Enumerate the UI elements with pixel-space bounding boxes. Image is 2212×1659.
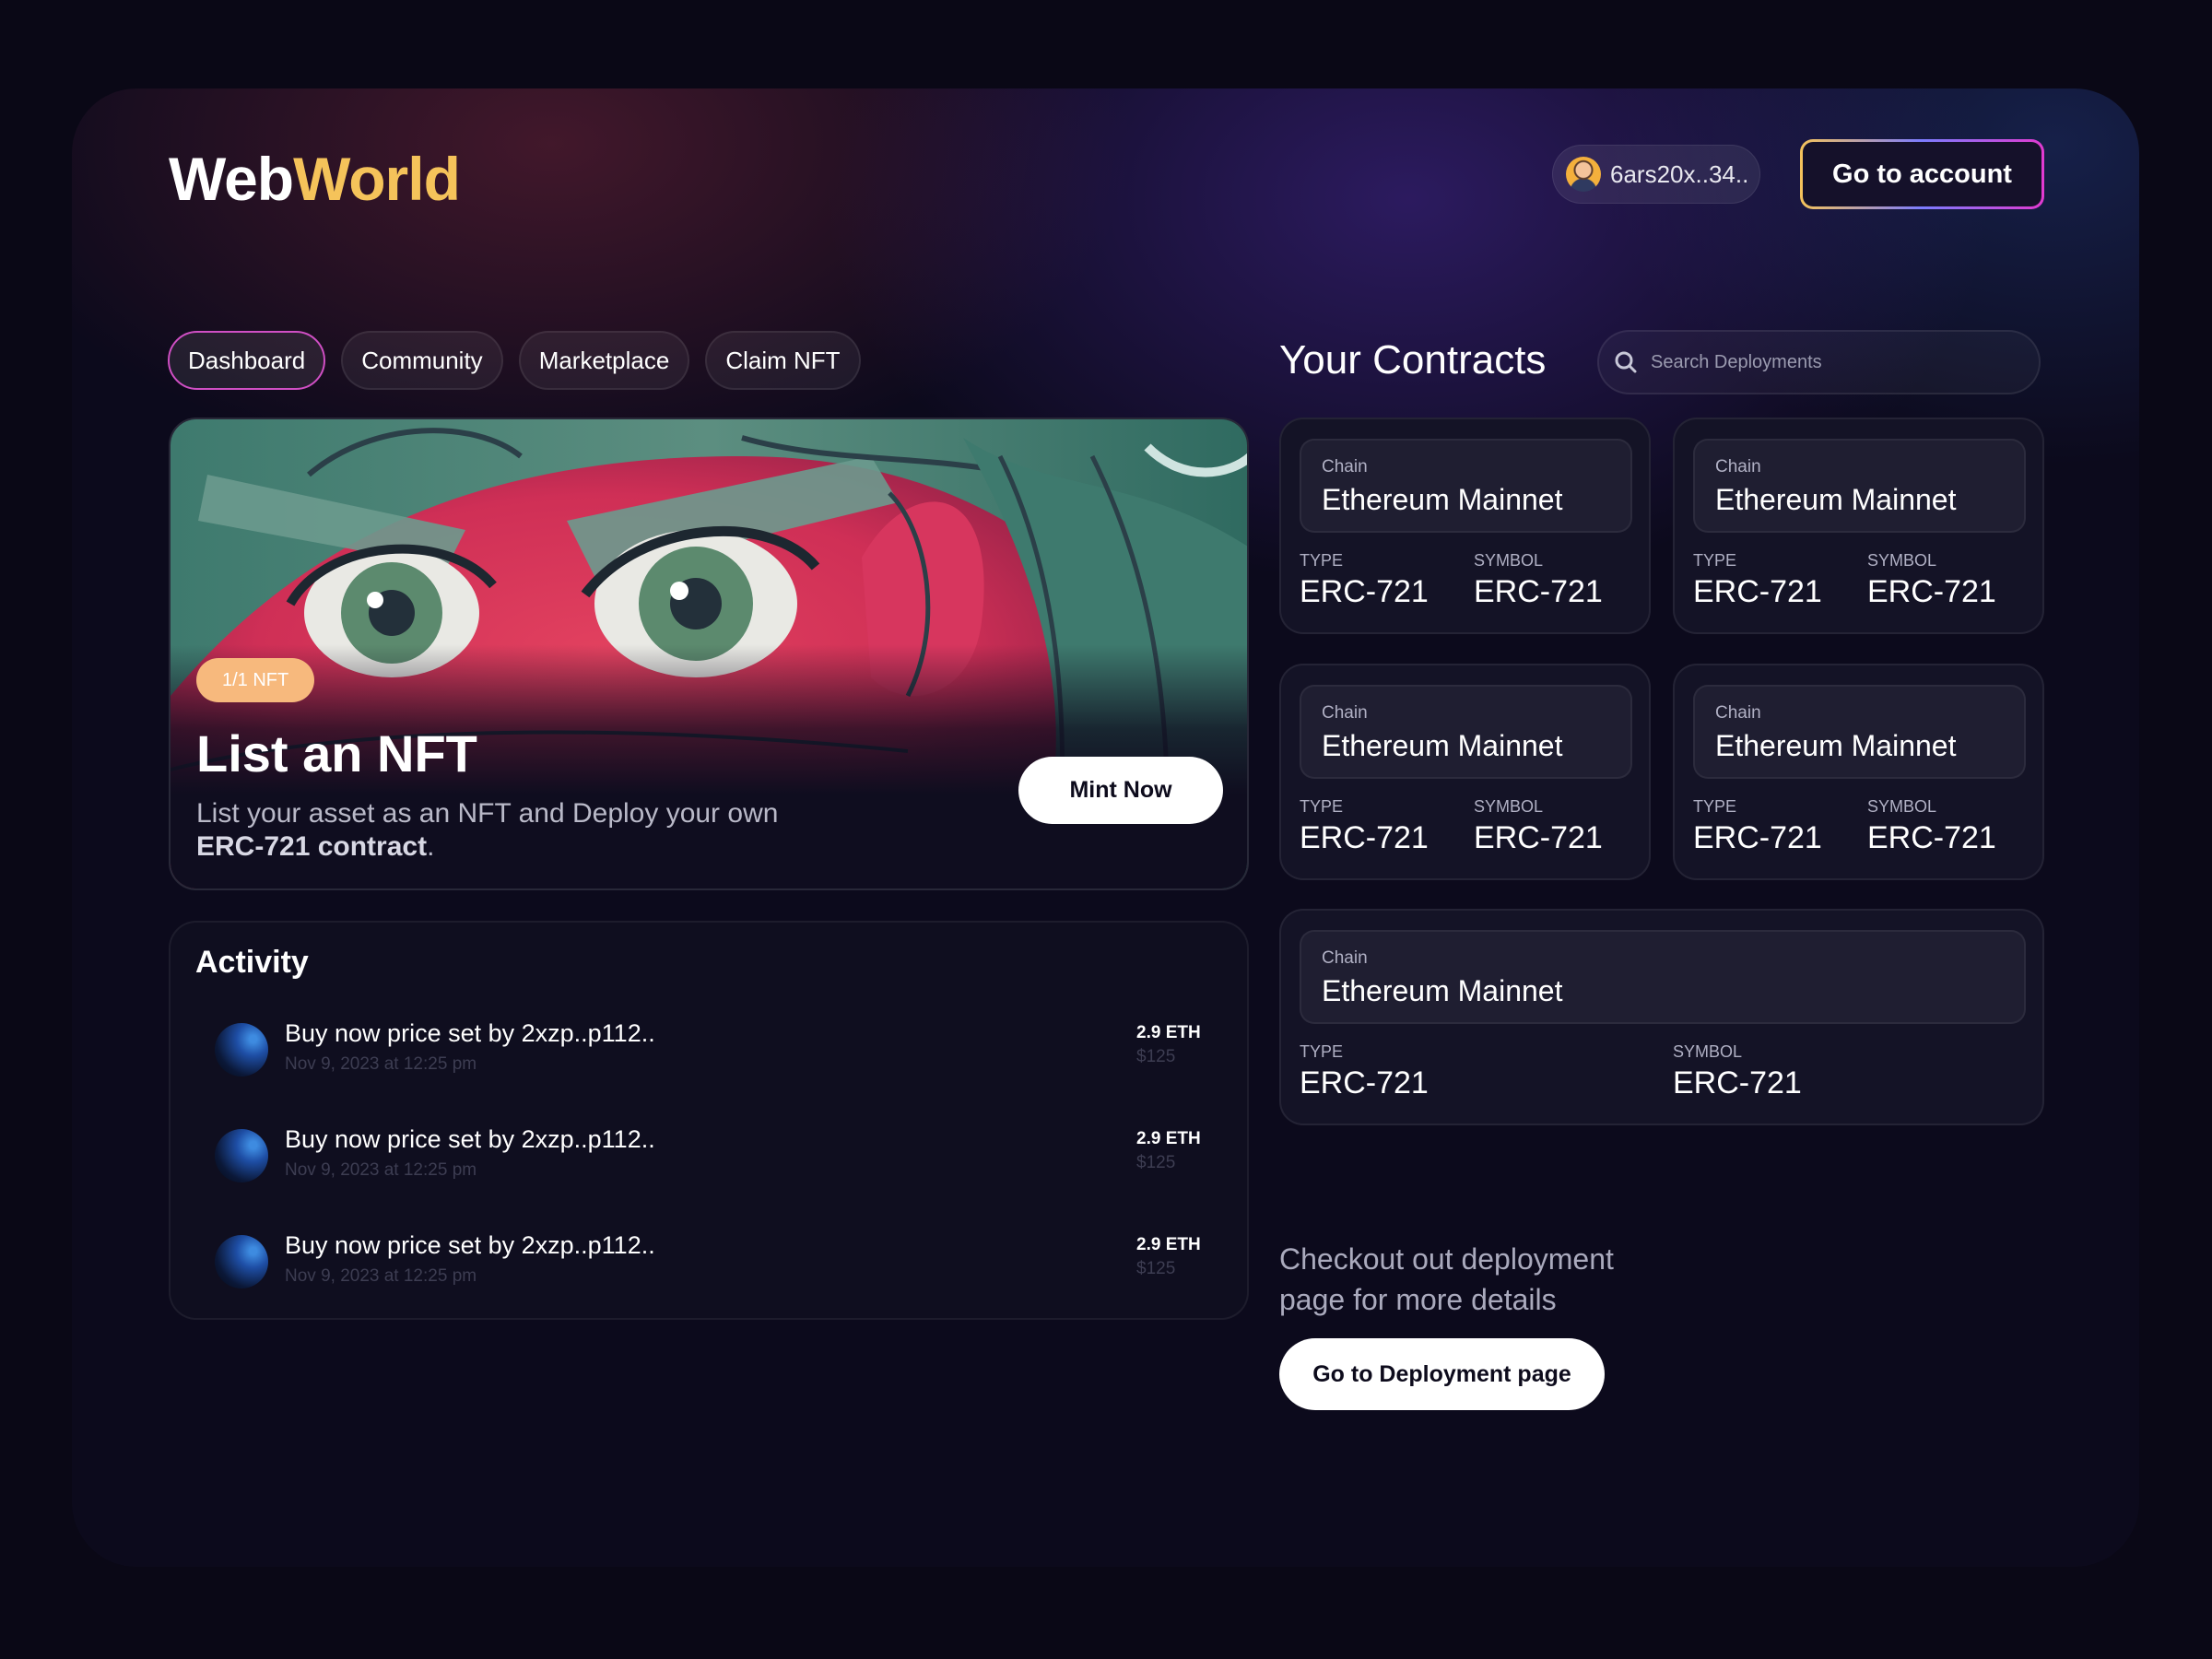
list-nft-card: 1/1 NFT List an NFT List your asset as a…	[169, 418, 1249, 890]
orb-icon	[215, 1129, 268, 1182]
activity-text: Buy now price set by 2xzp..p112..	[285, 1125, 655, 1153]
type-value: ERC-721	[1693, 820, 1822, 855]
chain-label: Chain	[1322, 703, 1368, 723]
chain-label: Chain	[1322, 457, 1368, 477]
activity-panel: Activity Buy now price set by 2xzp..p112…	[169, 921, 1249, 1320]
wallet-address: 6ars20x..34..	[1610, 159, 1749, 188]
checkout-text: Checkout out deployment page for more de…	[1279, 1242, 1614, 1316]
tab-marketplace[interactable]: Marketplace	[518, 331, 690, 390]
search-icon	[1615, 351, 1637, 373]
orb-icon	[215, 1235, 268, 1288]
logo-part-web: Web	[169, 145, 294, 213]
activity-item[interactable]: Buy now price set by 2xzp..p112.. Nov 9,…	[215, 1019, 1219, 1077]
activity-usd: $125	[1136, 1259, 1176, 1278]
contract-card[interactable]: Chain Ethereum Mainnet TYPE ERC-721 SYMB…	[1279, 664, 1651, 880]
activity-eth: 2.9 ETH	[1136, 1129, 1201, 1148]
activity-date: Nov 9, 2023 at 12:25 pm	[285, 1266, 477, 1286]
hero-desc-end: .	[427, 831, 435, 862]
activity-item[interactable]: Buy now price set by 2xzp..p112.. Nov 9,…	[215, 1231, 1219, 1288]
chain-value: Ethereum Mainnet	[1715, 729, 1957, 762]
chain-value: Ethereum Mainnet	[1715, 483, 1957, 516]
contract-card[interactable]: Chain Ethereum Mainnet TYPE ERC-721 SYMB…	[1673, 418, 2044, 634]
contract-card[interactable]: Chain Ethereum Mainnet TYPE ERC-721 SYMB…	[1279, 909, 2044, 1125]
go-to-account-button[interactable]: Go to account	[1800, 139, 2044, 209]
activity-usd: $125	[1136, 1047, 1176, 1066]
chain-label: Chain	[1715, 703, 1761, 723]
symbol-value: ERC-721	[1673, 1065, 1802, 1100]
chain-value: Ethereum Mainnet	[1322, 729, 1563, 762]
search-input[interactable]	[1651, 351, 2019, 373]
type-value: ERC-721	[1300, 820, 1429, 855]
chain-box: Chain Ethereum Mainnet	[1300, 439, 1632, 533]
hero-description: List your asset as an NFT and Deploy you…	[196, 797, 841, 864]
tab-claim-nft[interactable]: Claim NFT	[705, 331, 861, 390]
type-value: ERC-721	[1300, 1065, 1429, 1100]
symbol-label: SYMBOL	[1867, 551, 1937, 570]
activity-text: Buy now price set by 2xzp..p112..	[285, 1019, 655, 1047]
tab-dashboard[interactable]: Dashboard	[168, 331, 326, 390]
type-label: TYPE	[1693, 551, 1737, 570]
activity-date: Nov 9, 2023 at 12:25 pm	[285, 1054, 477, 1074]
symbol-label: SYMBOL	[1474, 797, 1544, 816]
activity-date: Nov 9, 2023 at 12:25 pm	[285, 1160, 477, 1180]
nav-tabs: Dashboard Community Marketplace Claim NF…	[168, 331, 861, 390]
nft-badge: 1/1 NFT	[196, 658, 315, 702]
orb-icon	[215, 1023, 268, 1077]
search-bar[interactable]	[1597, 330, 2041, 394]
chain-box: Chain Ethereum Mainnet	[1693, 685, 2026, 779]
chain-box: Chain Ethereum Mainnet	[1300, 930, 2026, 1024]
activity-eth: 2.9 ETH	[1136, 1235, 1201, 1254]
symbol-value: ERC-721	[1867, 820, 1996, 855]
symbol-label: SYMBOL	[1867, 797, 1937, 816]
activity-usd: $125	[1136, 1153, 1176, 1172]
type-value: ERC-721	[1693, 574, 1822, 609]
chain-value: Ethereum Mainnet	[1322, 483, 1563, 516]
chain-box: Chain Ethereum Mainnet	[1300, 685, 1632, 779]
avatar-icon	[1566, 157, 1601, 192]
activity-item[interactable]: Buy now price set by 2xzp..p112.. Nov 9,…	[215, 1125, 1219, 1182]
chain-value: Ethereum Mainnet	[1322, 974, 1563, 1007]
type-label: TYPE	[1300, 551, 1344, 570]
symbol-label: SYMBOL	[1673, 1042, 1743, 1061]
contracts-title: Your Contracts	[1279, 337, 1547, 382]
type-label: TYPE	[1693, 797, 1737, 816]
activity-title: Activity	[195, 945, 309, 980]
type-label: TYPE	[1300, 1042, 1344, 1061]
hero-desc-text: List your asset as an NFT and Deploy you…	[196, 798, 779, 829]
activity-eth: 2.9 ETH	[1136, 1023, 1201, 1042]
contract-card[interactable]: Chain Ethereum Mainnet TYPE ERC-721 SYMB…	[1673, 664, 2044, 880]
symbol-value: ERC-721	[1474, 820, 1603, 855]
symbol-label: SYMBOL	[1474, 551, 1544, 570]
symbol-value: ERC-721	[1867, 574, 1996, 609]
hero-title: List an NFT	[196, 724, 477, 782]
logo-part-world: World	[293, 145, 461, 213]
chain-box: Chain Ethereum Mainnet	[1693, 439, 2026, 533]
type-label: TYPE	[1300, 797, 1344, 816]
activity-text: Buy now price set by 2xzp..p112..	[285, 1231, 655, 1259]
symbol-value: ERC-721	[1474, 574, 1603, 609]
go-to-deployment-button[interactable]: Go to Deployment page	[1279, 1338, 1605, 1410]
tab-community[interactable]: Community	[341, 331, 503, 390]
mint-now-button[interactable]: Mint Now	[1018, 757, 1223, 824]
chain-label: Chain	[1322, 948, 1368, 968]
logo[interactable]: WebWorld	[169, 144, 461, 214]
chain-label: Chain	[1715, 457, 1761, 477]
type-value: ERC-721	[1300, 574, 1429, 609]
contract-card[interactable]: Chain Ethereum Mainnet TYPE ERC-721 SYMB…	[1279, 418, 1651, 634]
wallet-chip[interactable]: 6ars20x..34..	[1552, 145, 1760, 204]
hero-desc-bold: ERC-721 contract	[196, 831, 428, 862]
app-window: WebWorld 6ars20x..34.. Go to account Das…	[72, 88, 2139, 1567]
